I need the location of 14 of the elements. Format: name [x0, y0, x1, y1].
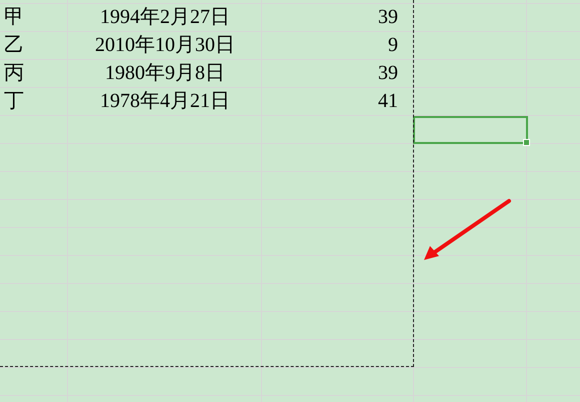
table-cell-text: 41	[377, 89, 399, 114]
table-cell-text: 39	[377, 5, 399, 30]
table-cell-text: 丁	[3, 89, 25, 114]
table-cell-text: 39	[377, 61, 399, 86]
table-cell-text: 9	[387, 33, 399, 58]
table-cell-text: 乙	[3, 33, 25, 58]
table-cell-text: 1994年2月27日	[99, 5, 231, 30]
table-cell-text: 1980年9月8日	[104, 61, 226, 86]
selected-cell[interactable]	[413, 116, 528, 144]
table-cell-text: 甲	[3, 5, 25, 30]
table-cell-text: 1978年4月21日	[99, 89, 231, 114]
fill-handle-icon[interactable]	[523, 139, 530, 146]
table-cell-text: 2010年10月30日	[94, 33, 236, 58]
table-cell-text: 丙	[3, 61, 25, 86]
